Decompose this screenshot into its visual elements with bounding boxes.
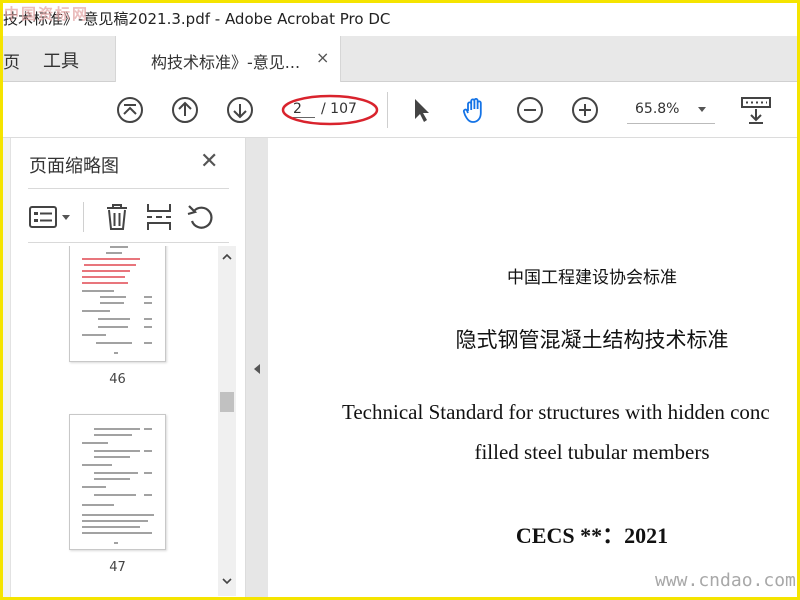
document-view[interactable]: 中国工程建设协会标准 隐式钢管混凝土结构技术标准 Technical Stand… (268, 138, 800, 600)
toolbar-separator (387, 92, 388, 128)
tab-document-label: 构技术标准》-意见... (151, 53, 301, 72)
rotate-page-icon[interactable] (186, 203, 216, 231)
hand-tool-icon[interactable] (460, 95, 490, 125)
watermark-bottom: www.cndao.com (655, 570, 796, 591)
doc-english-title-line2: filled steel tubular members (474, 440, 710, 464)
zoom-select[interactable]: 65.8% (627, 96, 715, 124)
divider (28, 242, 229, 243)
scroll-thumb[interactable] (220, 392, 234, 412)
keyboard-tools-icon[interactable] (740, 95, 772, 125)
watermark-top: 中国资标网 (4, 5, 90, 23)
thumbnail-scrollbar[interactable] (218, 246, 236, 596)
thumbnail-list: 46 47 (28, 246, 218, 600)
zoom-dropdown-icon[interactable] (697, 104, 707, 114)
tab-close-button[interactable]: × (316, 48, 329, 67)
collapse-arrow-icon[interactable] (252, 362, 262, 376)
panel-title: 页面缩略图 (29, 156, 119, 177)
page-thumbnail[interactable] (69, 246, 166, 362)
doc-standard-code: CECS **：2021 (515, 523, 669, 548)
options-menu-icon[interactable] (28, 204, 74, 230)
thumbnail-page-label: 46 (109, 372, 126, 387)
doc-chinese-title: 隐式钢管混凝土结构技术标准 (455, 328, 729, 352)
first-page-icon[interactable] (115, 95, 145, 125)
next-page-icon[interactable] (225, 95, 255, 125)
tab-document[interactable]: 构技术标准》-意见... × (115, 36, 341, 83)
panel-toolbar (28, 200, 229, 234)
scroll-down-icon[interactable] (221, 576, 233, 586)
red-highlight-ellipse (281, 94, 379, 126)
panel-collapse-bar[interactable] (246, 138, 268, 600)
thumbnail-panel: 页面缩略图 ✕ 46 47 (0, 138, 246, 600)
title-bar: 技术标准》-意见稿2021.3.pdf - Adobe Acrobat Pro … (0, 0, 800, 36)
page-thumbnail[interactable] (69, 414, 166, 550)
crop-page-icon[interactable] (145, 202, 173, 232)
tool-separator (83, 202, 84, 232)
tab-bar: 页 工具 构技术标准》-意见... × (0, 36, 800, 83)
main-toolbar: 2 / 107 65.8% (0, 82, 800, 138)
doc-org-title: 中国工程建设协会标准 (507, 268, 677, 288)
tab-tools[interactable]: 工具 (43, 47, 79, 73)
delete-page-icon[interactable] (104, 202, 130, 232)
zoom-value: 65.8% (635, 101, 680, 117)
panel-close-button[interactable]: ✕ (200, 149, 218, 174)
zoom-out-icon[interactable] (515, 95, 545, 125)
zoom-in-icon[interactable] (570, 95, 600, 125)
thumbnail-content (82, 428, 154, 544)
divider (28, 188, 229, 189)
prev-page-icon[interactable] (170, 95, 200, 125)
scroll-up-icon[interactable] (221, 252, 233, 262)
thumbnail-page-label: 47 (109, 560, 126, 575)
nav-pane-strip[interactable] (0, 138, 11, 600)
select-arrow-icon[interactable] (406, 95, 436, 125)
doc-english-title-line1: Technical Standard for structures with h… (342, 400, 770, 424)
thumbnail-content (82, 246, 152, 354)
tab-home-clipped[interactable]: 页 (3, 48, 20, 73)
